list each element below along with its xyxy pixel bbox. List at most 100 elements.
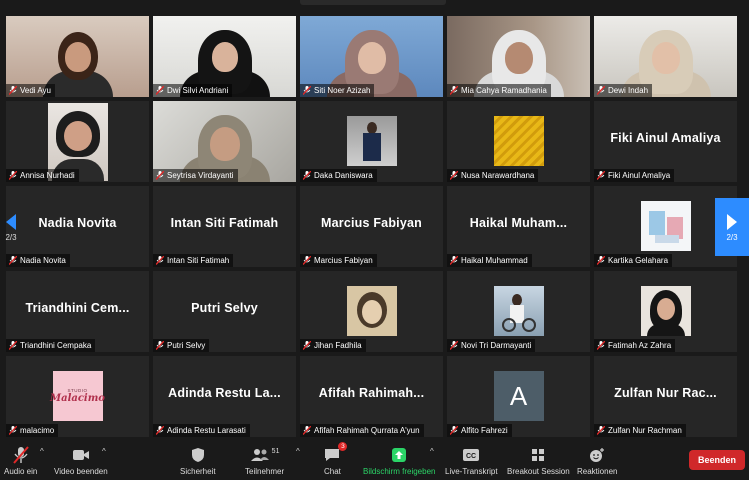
participant-name-label: Putri Selvy: [153, 339, 210, 352]
share-options-caret[interactable]: ^: [430, 447, 434, 456]
participant-name-label: Fiki Ainul Amaliya: [594, 169, 675, 182]
profile-photo: [493, 116, 544, 166]
participant-display-name: Nadia Novita: [38, 216, 117, 230]
participant-tile-annisa-nurhadi[interactable]: Annisa Nurhadi: [6, 101, 149, 182]
participant-tile-fiki-ainul-amaliya[interactable]: Fiki Ainul Amaliya Fiki Ainul Amaliya: [594, 101, 737, 182]
participant-name-label: Nusa Narawardhana: [447, 169, 539, 182]
muted-mic-icon: [303, 171, 311, 180]
previous-page-button[interactable]: 2/3: [0, 198, 22, 256]
share-screen-button[interactable]: Bildschirm freigeben: [363, 446, 435, 476]
participant-tile-siti-noer-azizah[interactable]: Siti Noer Azizah: [300, 16, 443, 97]
muted-mic-icon: [303, 86, 311, 95]
participant-tile-nadia-novita[interactable]: Nadia Novita Nadia Novita: [6, 186, 149, 267]
participant-name-label: malacimo: [6, 424, 59, 437]
participant-tile-novi-tri-darmayanti[interactable]: Novi Tri Darmayanti: [447, 271, 590, 352]
muted-mic-icon: [597, 86, 605, 95]
muted-mic-icon: [450, 256, 458, 265]
participant-tile-adinda-restu-larasati[interactable]: Adinda Restu La... Adinda Restu Larasati: [153, 356, 296, 437]
participant-display-name: Haikal Muham...: [469, 216, 568, 230]
muted-mic-icon: [156, 256, 164, 265]
avatar: A: [493, 371, 544, 421]
muted-mic-icon: [597, 256, 605, 265]
participant-tile-daka-daniswara[interactable]: Daka Daniswara: [300, 101, 443, 182]
end-meeting-button[interactable]: Beenden: [688, 450, 745, 470]
muted-mic-icon: [156, 171, 164, 180]
participant-name-label: Fatimah Az Zahra: [594, 339, 676, 352]
participant-tile-dewi-indah[interactable]: Dewi Indah: [594, 16, 737, 97]
audio-button[interactable]: Audio ein: [4, 446, 37, 476]
participant-tile-seytrisa-virdayanti[interactable]: Seytrisa Virdayanti: [153, 101, 296, 182]
gallery-grid: Vedi Ayu Dwi Silvi Andriani Siti Noer Az…: [6, 16, 737, 437]
participant-tile-malacimo[interactable]: STUDIO Malacimo malacimo: [6, 356, 149, 437]
participant-display-name: Fiki Ainul Amaliya: [610, 131, 721, 145]
muted-mic-icon: [450, 86, 458, 95]
participant-name-label: Seytrisa Virdayanti: [153, 169, 238, 182]
audio-options-caret[interactable]: ^: [40, 447, 44, 456]
participant-name-label: Vedi Ayu: [6, 84, 55, 97]
participant-display-name: Adinda Restu La...: [168, 386, 281, 400]
muted-mic-icon: [303, 256, 311, 265]
participant-display-name: Triandhini Cem...: [25, 301, 130, 315]
participant-name-label: Dewi Indah: [594, 84, 653, 97]
page-indicator: 2/3: [726, 232, 738, 242]
video-button[interactable]: Video beenden: [54, 446, 108, 476]
participant-tile-vedi-ayu[interactable]: Vedi Ayu: [6, 16, 149, 97]
muted-mic-icon: [9, 256, 17, 265]
participant-count: 51: [271, 447, 280, 455]
reactions-button[interactable]: Reaktionen: [577, 446, 617, 476]
profile-photo: [493, 286, 544, 336]
muted-mic-icon: [156, 341, 164, 350]
participants-options-caret[interactable]: ^: [296, 447, 300, 456]
participant-name-label: Intan Siti Fatimah: [153, 254, 234, 267]
participant-tile-triandhini-cempaka[interactable]: Triandhini Cem... Triandhini Cempaka: [6, 271, 149, 352]
muted-mic-icon: [9, 341, 17, 350]
muted-mic-icon: [597, 171, 605, 180]
participant-tile-fatimah-az-zahra[interactable]: Fatimah Az Zahra: [594, 271, 737, 352]
participant-name-label: Alfito Fahrezi: [447, 424, 512, 437]
participant-tile-alfito-fahrezi[interactable]: A Alfito Fahrezi: [447, 356, 590, 437]
share-screen-icon: [392, 448, 407, 462]
participant-tile-marcius-fabiyan[interactable]: Marcius Fabiyan Marcius Fabiyan: [300, 186, 443, 267]
participant-tile-haikal-muhammad[interactable]: Haikal Muham... Haikal Muhammad: [447, 186, 590, 267]
chat-unread-badge: 3: [338, 442, 348, 451]
breakout-session-button[interactable]: Breakout Session: [507, 446, 570, 476]
security-button[interactable]: Sicherheit: [180, 446, 216, 476]
participant-name-label: Haikal Muhammad: [447, 254, 532, 267]
muted-mic-icon: [450, 341, 458, 350]
participant-tile-jihan-fadhila[interactable]: Jihan Fadhila: [300, 271, 443, 352]
profile-photo: [640, 201, 691, 251]
next-page-button[interactable]: 2/3: [715, 198, 749, 256]
muted-mic-icon: [303, 341, 311, 350]
participant-tile-zulfan-nur-rachman[interactable]: Zulfan Nur Rac... Zulfan Nur Rachman: [594, 356, 737, 437]
participant-name-label: Daka Daniswara: [300, 169, 377, 182]
participant-name-label: Annisa Nurhadi: [6, 169, 79, 182]
video-options-caret[interactable]: ^: [102, 447, 106, 456]
live-transcript-button[interactable]: CC Live-Transkript: [445, 446, 498, 476]
people-icon: [250, 449, 269, 461]
shield-icon: [191, 448, 204, 462]
participant-tile-dwi-silvi-andriani[interactable]: Dwi Silvi Andriani: [153, 16, 296, 97]
participant-tile-putri-selvy[interactable]: Putri Selvy Putri Selvy: [153, 271, 296, 352]
profile-logo: STUDIO Malacimo: [50, 371, 105, 421]
muted-mic-icon: [9, 426, 17, 435]
muted-microphone-icon: [12, 446, 29, 464]
participant-name-label: Zulfan Nur Rachman: [594, 424, 686, 437]
profile-photo: [346, 286, 397, 336]
participant-name-label: Adinda Restu Larasati: [153, 424, 250, 437]
participant-tile-afifah-rahimah[interactable]: Afifah Rahimah... Afifah Rahimah Qurrata…: [300, 356, 443, 437]
muted-mic-icon: [597, 341, 605, 350]
participants-button[interactable]: 51 Teilnehmer: [245, 446, 284, 477]
muted-mic-icon: [9, 171, 17, 180]
participant-name-label: Mia Cahya Ramadhania: [447, 84, 551, 97]
meeting-toolbar: Audio ein ^ Video beenden ^ Sicherheit 5…: [0, 440, 749, 480]
profile-photo: [346, 116, 397, 166]
participant-tile-nusa-narawardhana[interactable]: Nusa Narawardhana: [447, 101, 590, 182]
muted-mic-icon: [303, 426, 311, 435]
participant-display-name: Afifah Rahimah...: [318, 386, 425, 400]
chat-button[interactable]: 3 Chat: [324, 442, 348, 476]
participant-tile-intan-siti-fatimah[interactable]: Intan Siti Fatimah Intan Siti Fatimah: [153, 186, 296, 267]
participant-tile-mia-cahya-ramadhania[interactable]: Mia Cahya Ramadhania: [447, 16, 590, 97]
participant-name-label: Siti Noer Azizah: [300, 84, 375, 97]
breakout-grid-icon: [532, 449, 545, 461]
video-camera-icon: [72, 450, 89, 460]
